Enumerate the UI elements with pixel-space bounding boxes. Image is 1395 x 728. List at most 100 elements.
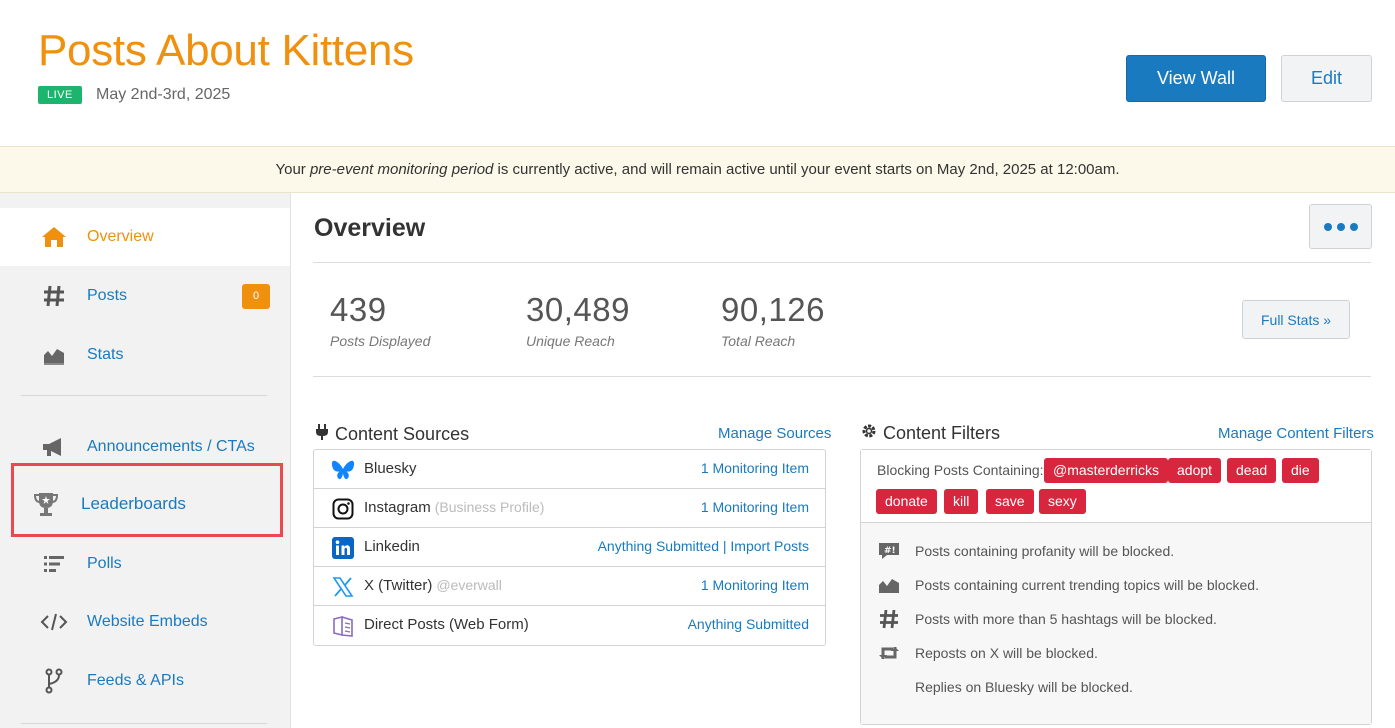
source-name-text: Direct Posts (Web Form) — [364, 616, 529, 633]
sidebar-item-stats[interactable]: Stats — [0, 326, 290, 384]
filter-rule-reposts: Reposts on X will be blocked. — [861, 637, 1371, 671]
content-sources-header: Content Sources — [315, 423, 469, 446]
more-dot-icon — [1323, 222, 1332, 231]
blocked-tag[interactable]: die — [1282, 458, 1319, 483]
sidebar-item-label: Website Embeds — [87, 613, 208, 630]
edit-button[interactable]: Edit — [1281, 55, 1372, 102]
rule-text: Reposts on X will be blocked. — [915, 645, 1098, 661]
source-name: Bluesky — [364, 460, 417, 477]
sidebar-item-polls[interactable]: Polls — [0, 535, 290, 593]
filter-rules: #! Posts containing profanity will be bl… — [861, 523, 1371, 724]
event-date: May 2nd-3rd, 2025 — [96, 86, 231, 103]
banner-suffix: is currently active, and will remain act… — [493, 161, 1120, 178]
blocked-tag[interactable]: donate — [876, 489, 937, 514]
more-options-button[interactable] — [1309, 204, 1372, 249]
source-subtitle: (Business Profile) — [434, 499, 545, 515]
blocked-tag[interactable]: save — [986, 489, 1034, 514]
fork-icon — [40, 667, 68, 695]
rule-text: Replies on Bluesky will be blocked. — [915, 679, 1133, 695]
page-header: Posts About Kittens LIVE May 2nd-3rd, 20… — [0, 0, 1395, 146]
instagram-icon — [331, 497, 355, 521]
sidebar-divider — [21, 723, 267, 724]
source-name: X (Twitter) @everwall — [364, 577, 502, 594]
source-row-x-twitter[interactable]: X (Twitter) @everwall 1 Monitoring Item — [314, 567, 825, 606]
status-badge: LIVE — [38, 86, 82, 104]
profanity-icon: #! — [877, 539, 901, 563]
content-sources-title: Content Sources — [335, 424, 470, 444]
repost-icon — [877, 641, 901, 665]
divider — [313, 262, 1371, 263]
source-name: Instagram (Business Profile) — [364, 499, 544, 516]
source-link[interactable]: Anything Submitted — [688, 616, 809, 632]
rule-text: Posts containing profanity will be block… — [915, 543, 1175, 559]
banner-prefix: Your — [275, 161, 310, 178]
sidebar-item-website-embeds[interactable]: Website Embeds — [0, 593, 290, 651]
source-name-text: Linkedin — [364, 538, 420, 555]
view-wall-button[interactable]: View Wall — [1126, 55, 1266, 102]
sidebar-item-label: Posts — [87, 287, 128, 304]
trending-chart-icon — [877, 573, 901, 597]
filter-rule-profanity: #! Posts containing profanity will be bl… — [861, 535, 1371, 569]
stat-posts-displayed: 439 Posts Displayed — [330, 291, 430, 349]
direct-posts-icon — [331, 614, 355, 638]
source-name: Linkedin — [364, 538, 420, 555]
monitoring-banner: Your pre-event monitoring period is curr… — [0, 146, 1395, 193]
sidebar-item-overview[interactable]: Overview — [0, 208, 290, 266]
code-icon — [40, 608, 68, 636]
stat-label: Total Reach — [721, 333, 796, 349]
sidebar-item-label: Overview — [87, 228, 154, 245]
manage-sources-link[interactable]: Manage Sources — [718, 425, 831, 442]
posts-count-badge: 0 — [242, 283, 270, 309]
full-stats-button[interactable]: Full Stats » — [1242, 300, 1350, 339]
hashtag-icon — [40, 282, 68, 310]
source-link[interactable]: 1 Monitoring Item — [701, 460, 809, 476]
stat-label: Unique Reach — [526, 333, 615, 349]
megaphone-icon — [40, 433, 68, 461]
content-filters-title: Content Filters — [883, 423, 1001, 443]
blocked-terms: Blocking Posts Containing: @masterderric… — [861, 450, 1371, 523]
x-twitter-icon — [331, 575, 355, 599]
source-link[interactable]: 1 Monitoring Item — [701, 499, 809, 515]
filter-rule-hashtags: Posts with more than 5 hashtags will be … — [861, 603, 1371, 637]
divider — [313, 376, 1371, 377]
svg-text:#!: #! — [884, 546, 896, 556]
blocked-tag[interactable]: adopt — [1168, 458, 1222, 483]
hashtag-icon — [877, 607, 901, 631]
sidebar-item-label: Polls — [87, 555, 122, 572]
content-sources-list: Bluesky 1 Monitoring Item Instagram (Busi… — [313, 449, 826, 646]
banner-emphasis: pre-event monitoring period — [309, 161, 494, 178]
sidebar-item-label: Feeds & APIs — [87, 672, 184, 689]
highlight-box — [11, 463, 283, 537]
source-row-direct-posts[interactable]: Direct Posts (Web Form) Anything Submitt… — [314, 606, 825, 645]
filter-rule-trending: Posts containing current trending topics… — [861, 569, 1371, 603]
sidebar-item-label: Stats — [87, 346, 124, 363]
linkedin-icon — [331, 536, 355, 560]
blocked-tag[interactable]: sexy — [1039, 489, 1086, 514]
stats-chart-icon — [40, 341, 68, 369]
sidebar: Overview Posts 0 Stats Announcements / C… — [0, 193, 291, 728]
stat-total-reach: 90,126 Total Reach — [721, 291, 825, 349]
source-row-bluesky[interactable]: Bluesky 1 Monitoring Item — [314, 450, 825, 489]
source-name-text: X (Twitter) — [364, 577, 433, 594]
source-link[interactable]: 1 Monitoring Item — [701, 577, 809, 593]
source-name-text: Instagram — [364, 499, 431, 516]
home-icon — [40, 223, 68, 251]
stat-value: 90,126 — [721, 291, 825, 328]
sidebar-item-label: Announcements / CTAs — [87, 438, 255, 455]
content-filters-header: Content Filters — [861, 423, 1000, 444]
stat-unique-reach: 30,489 Unique Reach — [526, 291, 630, 349]
page-title: Posts About Kittens — [38, 26, 414, 75]
stat-value: 439 — [330, 291, 387, 328]
blocked-tag[interactable]: dead — [1227, 458, 1277, 483]
source-row-linkedin[interactable]: Linkedin Anything Submitted | Import Pos… — [314, 528, 825, 567]
source-link[interactable]: Anything Submitted | Import Posts — [598, 538, 809, 554]
source-row-instagram[interactable]: Instagram (Business Profile) 1 Monitoring… — [314, 489, 825, 528]
sidebar-divider — [21, 395, 267, 396]
sidebar-item-posts[interactable]: Posts 0 — [0, 267, 290, 325]
source-name: Direct Posts (Web Form) — [364, 616, 529, 633]
blocked-tag[interactable]: kill — [944, 489, 979, 514]
blocked-tag[interactable]: @masterderricks — [1044, 458, 1169, 483]
sidebar-item-feeds-apis[interactable]: Feeds & APIs — [0, 652, 290, 710]
more-dot-icon — [1336, 222, 1345, 231]
manage-content-filters-link[interactable]: Manage Content Filters — [1218, 425, 1374, 442]
